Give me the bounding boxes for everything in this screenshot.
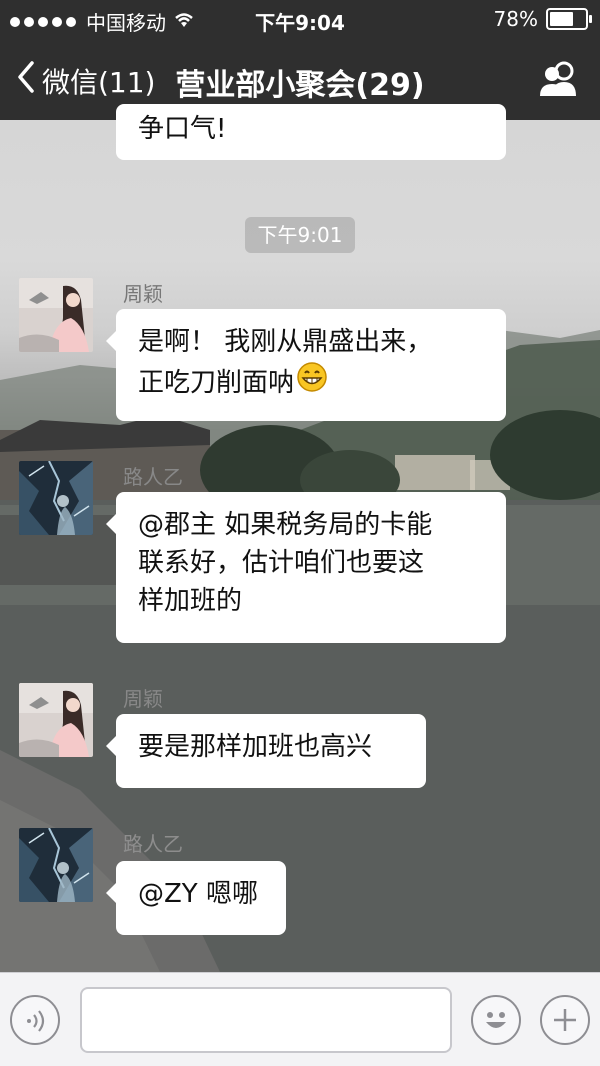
status-bar: 中国移动 下午9:04 78% <box>0 0 600 40</box>
emoji-icon <box>478 1002 514 1042</box>
message-bubble: @ZY 嗯哪 <box>106 861 286 935</box>
avatar[interactable] <box>19 278 93 352</box>
sender-name: 路人乙 <box>123 465 183 489</box>
message-bubble: @郡主 如果税务局的卡能 联系好，估计咱们也要这 样加班的 <box>106 492 506 643</box>
message-line: @ZY 嗯哪 <box>138 879 258 909</box>
message-line: 联系好，估计咱们也要这 <box>138 548 425 578</box>
message-text: 争口气! <box>138 114 227 144</box>
battery-icon <box>546 8 592 30</box>
plus-icon <box>551 1006 579 1038</box>
message-line: 是啊！ 我刚从鼎盛出来， <box>138 327 433 357</box>
message-input[interactable] <box>80 987 452 1053</box>
message-timestamp: 下午9:01 <box>245 217 355 253</box>
more-button[interactable] <box>540 995 590 1045</box>
grin-emoji-icon <box>296 361 328 404</box>
message-line: 要是那样加班也高兴 <box>138 732 373 762</box>
group-info-button[interactable] <box>538 60 580 102</box>
message-bubble: 是啊！ 我刚从鼎盛出来， 正吃刀削面呐 <box>106 309 506 421</box>
message-line: @郡主 如果税务局的卡能 <box>138 510 433 540</box>
battery-percent: 78% <box>493 7 538 31</box>
emoji-button[interactable] <box>471 995 521 1045</box>
message-line: 样加班的 <box>138 586 243 616</box>
avatar[interactable] <box>19 461 93 535</box>
group-info-icon <box>538 61 580 102</box>
avatar[interactable] <box>19 828 93 902</box>
sender-name: 路人乙 <box>123 832 183 856</box>
voice-icon <box>24 1009 48 1037</box>
voice-button[interactable] <box>10 995 60 1045</box>
chat-title: 营业部小聚会(29) <box>175 68 425 103</box>
input-bar <box>0 972 600 1066</box>
sender-name: 周颖 <box>123 687 163 711</box>
message-bubble-partial: 争口气! <box>116 104 506 160</box>
message-bubble: 要是那样加班也高兴 <box>106 714 426 788</box>
message-line: 正吃刀削面呐 <box>138 367 295 398</box>
avatar[interactable] <box>19 683 93 757</box>
sender-name: 周颖 <box>123 282 163 306</box>
